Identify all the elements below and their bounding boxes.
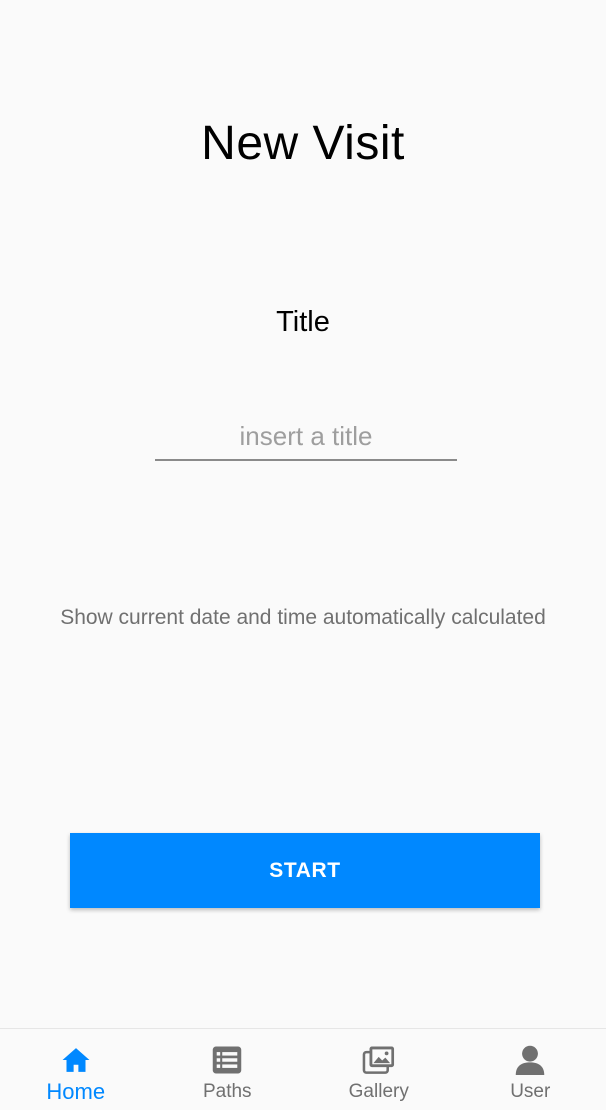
- new-visit-screen: New Visit Title Show current date and ti…: [0, 0, 606, 1110]
- tab-user[interactable]: User: [455, 1029, 606, 1110]
- bottom-tab-bar: Home Paths Gallery User: [0, 1028, 606, 1110]
- tab-gallery-label: Gallery: [348, 1081, 409, 1102]
- tab-paths[interactable]: Paths: [152, 1029, 304, 1110]
- page-title: New Visit: [201, 117, 405, 170]
- start-button[interactable]: START: [70, 833, 540, 908]
- list-icon: [213, 1046, 242, 1074]
- home-icon: [62, 1048, 90, 1072]
- tab-home-label: Home: [46, 1079, 106, 1104]
- title-label: Title: [276, 306, 330, 338]
- gallery-icon: [362, 1046, 394, 1074]
- title-input[interactable]: [155, 420, 457, 461]
- user-icon: [516, 1045, 545, 1076]
- tab-paths-label: Paths: [202, 1081, 252, 1102]
- tab-user-label: User: [510, 1081, 551, 1102]
- tab-home[interactable]: Home: [0, 1029, 152, 1110]
- datetime-info-text: Show current date and time automatically…: [60, 606, 546, 629]
- tab-gallery[interactable]: Gallery: [303, 1029, 455, 1110]
